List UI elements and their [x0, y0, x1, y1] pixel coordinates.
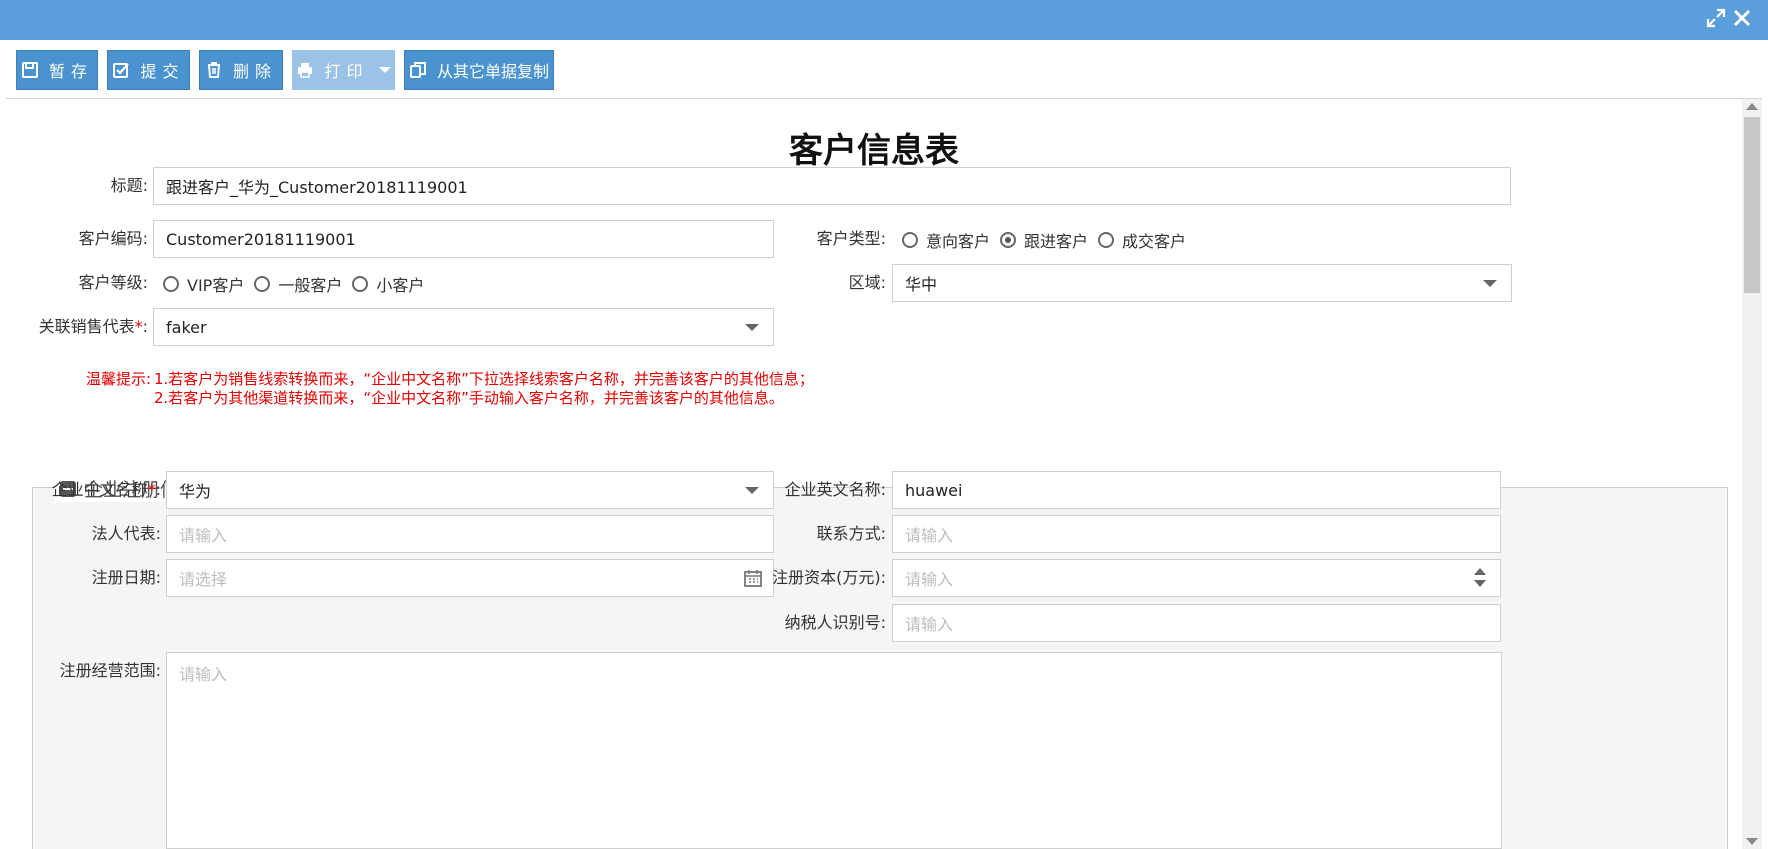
spin-down-icon[interactable]	[1474, 580, 1486, 587]
print-button[interactable]: 打印	[292, 50, 395, 90]
calendar-icon[interactable]	[743, 568, 763, 588]
page-title: 客户信息表	[789, 131, 959, 171]
region-label: 区域:	[848, 273, 886, 292]
tips-line-2: 2.若客户为其他渠道转换而来，“企业中文名称”手动输入客户名称，并完善该客户的其…	[154, 389, 784, 407]
vertical-scrollbar[interactable]	[1742, 99, 1762, 849]
legal-rep-input[interactable]: 请输入	[166, 515, 774, 553]
legal-rep-label: 法人代表:	[91, 524, 161, 543]
delete-button[interactable]: 删除	[199, 50, 283, 90]
copy-icon	[409, 62, 426, 78]
chevron-down-icon	[745, 487, 759, 494]
copy-from-other-button[interactable]: 从其它单据复制	[404, 50, 554, 90]
taxpayer-id-placeholder: 请输入	[905, 615, 954, 634]
radio-circle-icon	[1098, 232, 1115, 248]
copy-button-label: 从其它单据复制	[436, 62, 549, 81]
tips-line-1: 1.若客户为销售线索转换而来，“企业中文名称”下拉选择线索客户名称，并完善该客户…	[154, 370, 814, 388]
radio-deal-customer[interactable]: 成交客户	[1098, 228, 1186, 252]
cn-name-label: 企业中文名称*:	[51, 480, 161, 499]
print-icon	[298, 63, 313, 78]
region-select[interactable]: 华中	[892, 264, 1512, 302]
customer-code-label: 客户编码:	[78, 229, 148, 248]
title-field-label: 标题:	[110, 176, 148, 195]
chevron-down-icon	[1483, 280, 1497, 287]
chevron-down-icon	[745, 324, 759, 331]
radio-circle-icon	[163, 276, 179, 292]
taxpayer-id-label: 纳税人识别号:	[784, 613, 886, 632]
reg-date-placeholder: 请选择	[179, 570, 228, 589]
customer-type-radio-group: 意向客户 跟进客户 成交客户	[902, 228, 1196, 252]
en-name-input[interactable]: huawei	[892, 471, 1501, 509]
check-square-icon	[113, 63, 130, 78]
customer-type-label: 客户类型:	[816, 229, 886, 248]
reg-date-label: 注册日期:	[91, 568, 161, 587]
scroll-up-icon[interactable]	[1746, 103, 1758, 110]
window-titlebar	[0, 0, 1768, 40]
en-name-value: huawei	[905, 480, 963, 500]
sales-rep-value: faker	[166, 317, 207, 337]
chevron-down-icon	[378, 67, 391, 73]
contact-label: 联系方式:	[816, 524, 886, 543]
save-button-label: 暂存	[48, 62, 93, 81]
radio-circle-icon	[254, 276, 271, 292]
save-button[interactable]: 暂存	[16, 50, 98, 90]
radio-vip-customer[interactable]: VIP客户	[163, 272, 244, 296]
business-scope-label: 注册经营范围:	[59, 661, 161, 680]
radio-small-customer[interactable]: 小客户	[352, 272, 424, 296]
expand-icon[interactable]	[1706, 8, 1726, 33]
customer-level-label: 客户等级:	[78, 273, 148, 292]
sales-rep-label: 关联销售代表*:	[38, 317, 148, 336]
legal-rep-placeholder: 请输入	[179, 526, 228, 545]
reg-capital-input[interactable]: 请输入	[892, 559, 1501, 597]
print-button-label: 打印	[324, 62, 369, 81]
reg-capital-label: 注册资本(万元):	[772, 568, 886, 587]
region-value: 华中	[905, 275, 938, 294]
cn-name-value: 华为	[179, 482, 212, 501]
delete-button-label: 删除	[232, 62, 277, 81]
reg-date-input[interactable]: 请选择	[166, 559, 774, 597]
radio-circle-icon	[352, 276, 369, 292]
toolbar: 暂存 提交 删除 打印 从其它单据复制	[6, 40, 1762, 99]
business-scope-textarea[interactable]: 请输入	[166, 652, 1502, 849]
scroll-down-icon[interactable]	[1746, 838, 1758, 845]
tips-label: 温馨提示:	[86, 370, 152, 388]
save-icon	[21, 62, 38, 78]
title-input[interactable]: 跟进客户_华为_Customer20181119001	[153, 167, 1511, 205]
sales-rep-select[interactable]: faker	[153, 308, 774, 346]
submit-button-label: 提交	[140, 62, 185, 81]
radio-circle-icon	[902, 232, 918, 248]
radio-selected-icon	[1000, 232, 1017, 248]
title-input-value: 跟进客户_华为_Customer20181119001	[166, 178, 468, 197]
radio-followup-customer[interactable]: 跟进客户	[1000, 228, 1088, 252]
en-name-label: 企业英文名称:	[784, 480, 886, 499]
radio-normal-customer[interactable]: 一般客户	[254, 272, 342, 296]
close-icon[interactable]	[1732, 8, 1752, 33]
customer-code-input[interactable]: Customer20181119001	[153, 220, 774, 258]
trash-icon	[207, 62, 220, 78]
form-content: 客户信息表 标题: 跟进客户_华为_Customer20181119001 客户…	[6, 99, 1742, 849]
business-scope-placeholder: 请输入	[179, 665, 228, 684]
scroll-thumb[interactable]	[1744, 117, 1760, 293]
customer-level-radio-group: VIP客户 一般客户 小客户	[163, 272, 434, 296]
submit-button[interactable]: 提交	[107, 50, 190, 90]
contact-placeholder: 请输入	[905, 526, 954, 545]
reg-capital-placeholder: 请输入	[905, 570, 954, 589]
taxpayer-id-input[interactable]: 请输入	[892, 604, 1501, 642]
radio-intention-customer[interactable]: 意向客户	[902, 228, 990, 252]
cn-name-select[interactable]: 华为	[166, 471, 774, 509]
spin-up-icon[interactable]	[1474, 568, 1486, 575]
contact-input[interactable]: 请输入	[892, 515, 1501, 553]
customer-code-value: Customer20181119001	[166, 229, 356, 249]
